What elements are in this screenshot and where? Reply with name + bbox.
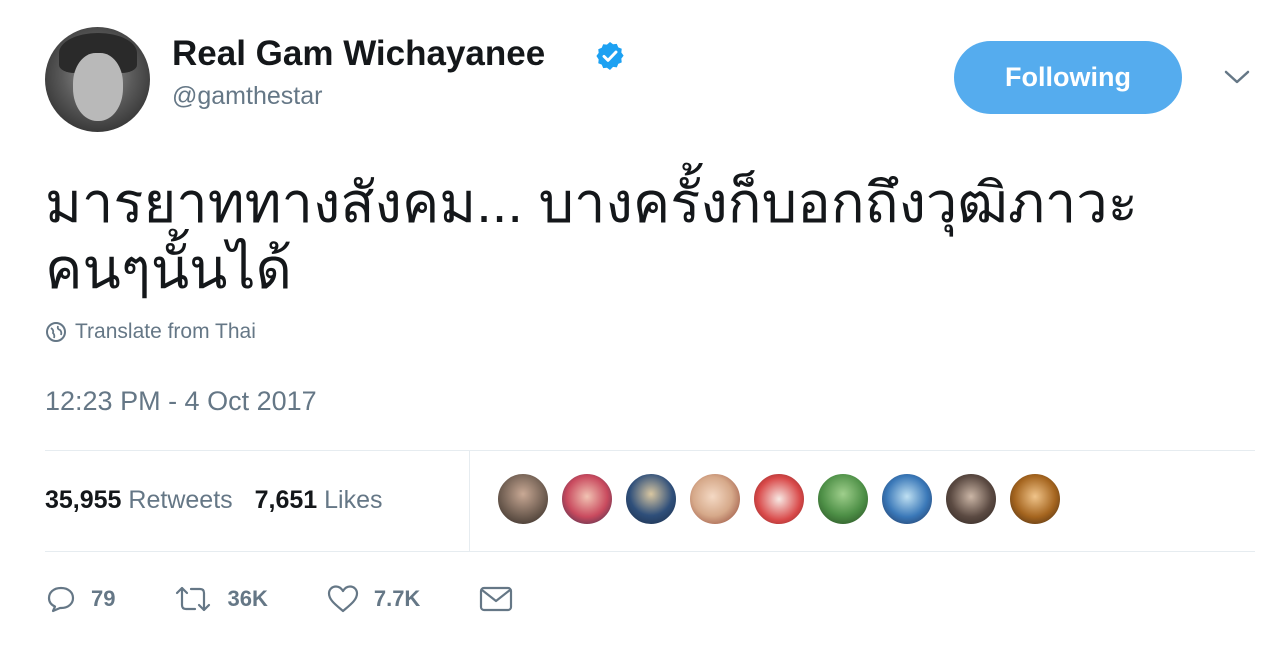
direct-message-button[interactable] — [478, 584, 514, 614]
liker-avatar[interactable] — [880, 472, 934, 526]
liker-avatar[interactable] — [624, 472, 678, 526]
divider — [45, 450, 1255, 451]
liker-avatars — [496, 472, 1062, 526]
liker-avatar[interactable] — [944, 472, 998, 526]
tweet-actions: 79 36K 7.7K — [45, 583, 572, 615]
retweet-count: 36K — [227, 586, 268, 611]
heart-icon — [327, 585, 358, 613]
globe-icon — [46, 322, 66, 342]
like-button[interactable]: 7.7K — [326, 583, 420, 615]
reply-icon — [47, 586, 75, 613]
tweet-timestamp[interactable]: 12:23 PM - 4 Oct 2017 — [45, 386, 317, 417]
reply-button[interactable]: 79 — [45, 583, 115, 615]
retweets-label: Retweets — [128, 486, 233, 514]
translate-label: Translate from Thai — [75, 320, 256, 343]
tweet-text: มารยาททางสังคม... บางครั้งก็บอกถึงวุฒิภา… — [45, 170, 1245, 302]
tweet-stats: 35,955 Retweets 7,651 Likes — [45, 486, 383, 515]
liker-avatar[interactable] — [816, 472, 870, 526]
retweet-icon — [176, 586, 211, 612]
reply-count: 79 — [91, 586, 116, 611]
envelope-icon — [480, 586, 513, 612]
profile-name[interactable]: Real Gam Wichayanee — [172, 34, 545, 74]
likes-stat[interactable]: 7,651 Likes — [255, 486, 383, 515]
profile-handle[interactable]: @gamthestar — [172, 82, 322, 111]
translate-link[interactable]: Translate from Thai — [45, 320, 256, 344]
retweets-stat[interactable]: 35,955 Retweets — [45, 486, 233, 515]
following-button[interactable]: Following — [954, 41, 1182, 114]
divider — [45, 551, 1255, 552]
likes-count: 7,651 — [254, 486, 318, 514]
profile-avatar[interactable] — [45, 27, 150, 132]
tweet-text-line-1: มารยาททางสังคม... บางครั้งก็บอกถึงวุฒิภา… — [45, 171, 1138, 234]
liker-avatar[interactable] — [1008, 472, 1062, 526]
liker-avatar[interactable] — [496, 472, 550, 526]
liker-avatar[interactable] — [752, 472, 806, 526]
verified-badge-icon — [596, 42, 624, 70]
like-count: 7.7K — [373, 586, 421, 611]
tweet-text-line-2: คนๆนั้นได้ — [45, 237, 292, 300]
retweet-button[interactable]: 36K — [173, 583, 268, 615]
divider — [469, 450, 470, 551]
retweets-count: 35,955 — [45, 486, 122, 514]
chevron-down-icon[interactable] — [1222, 68, 1252, 86]
likes-label: Likes — [324, 486, 383, 514]
liker-avatar[interactable] — [688, 472, 742, 526]
liker-avatar[interactable] — [560, 472, 614, 526]
